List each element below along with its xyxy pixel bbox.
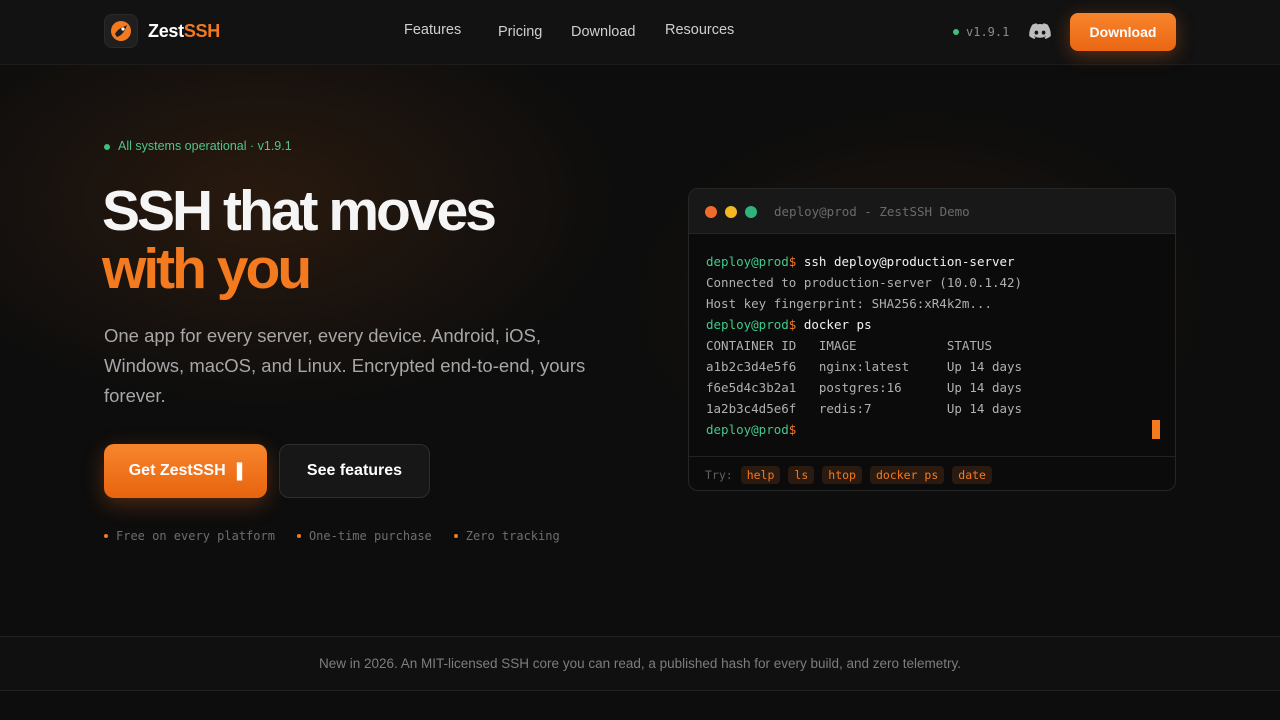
bullet-icon	[296, 534, 301, 538]
nav-pricing[interactable]: Pricing	[498, 24, 542, 40]
header-download-button[interactable]: Download	[1070, 13, 1176, 51]
hero-headline: SSH that moves with you	[102, 179, 497, 301]
terminal-prompt: deploy@prod	[706, 317, 789, 332]
terminal-output-text: a1b2c3d4e5f6 nginx:latest Up 14 days	[706, 359, 1023, 374]
headline-line-1: SSH that moves	[102, 179, 497, 243]
try-label: Try:	[705, 467, 733, 482]
get-zestssh-label: Get ZestSSH	[128, 462, 226, 479]
terminal-output-text: 1a2b3c4d5e6f redis:7 Up 14 days	[706, 401, 1023, 416]
suggestion-help[interactable]: help	[740, 465, 781, 484]
terminal-output-text: f6e5d4c3b2a1 postgres:16 Up 14 days	[706, 380, 1023, 395]
terminal-command: ssh deploy@production-server	[803, 254, 1015, 269]
terminal-demo[interactable]: deploy@prod - ZestSSH Demo deploy@prod$ …	[688, 188, 1176, 491]
terminal-cursor	[1152, 420, 1160, 439]
suggestion-date[interactable]: date	[952, 465, 992, 484]
terminal-suggestions: Try: help ls htop docker ps date	[689, 456, 1175, 490]
brand-logo[interactable]: ZestSSH	[104, 14, 220, 48]
window-minimize-dot	[725, 206, 737, 218]
terminal-line: CONTAINER ID IMAGE STATUS	[706, 335, 1022, 356]
terminal-dollar: $	[788, 317, 804, 332]
terminal-line: Host key fingerprint: SHA256:xR4k2m...	[706, 293, 1022, 314]
brand-name-ssh: SSH	[183, 20, 220, 41]
terminal-dollar: $	[788, 422, 804, 437]
window-close-dot	[705, 206, 717, 218]
suggestion-htop[interactable]: htop	[822, 465, 862, 484]
perk-label: Zero tracking	[465, 529, 560, 543]
nav-download[interactable]: Download	[571, 24, 636, 40]
terminal-prompt: deploy@prod	[706, 422, 789, 437]
window-maximize-dot	[745, 206, 757, 218]
suggestion-ls[interactable]: ls	[788, 465, 815, 484]
suggestion-docker-ps[interactable]: docker ps	[869, 465, 945, 484]
terminal-prompt: deploy@prod	[706, 254, 789, 269]
version-label: v1.9.1	[966, 25, 1010, 39]
terminal-output-text: CONTAINER ID IMAGE STATUS	[706, 338, 992, 353]
brand-name: ZestSSH	[148, 21, 220, 42]
terminal-line: f6e5d4c3b2a1 postgres:16 Up 14 days	[706, 377, 1022, 398]
terminal-command: docker ps	[803, 317, 872, 332]
perks-list: Free on every platform One-time purchase…	[104, 529, 582, 543]
terminal-line: Connected to production-server (10.0.1.4…	[706, 272, 1022, 293]
cursor-block-icon: ▐	[231, 462, 243, 480]
perk-label: Free on every platform	[116, 529, 275, 543]
terminal-output-text: Connected to production-server (10.0.1.4…	[706, 275, 1023, 290]
terminal-line: 1a2b3c4d5e6f redis:7 Up 14 days	[706, 398, 1022, 419]
hero-subtitle: One app for every server, every device. …	[104, 325, 586, 406]
terminal-output: deploy@prod$ ssh deploy@production-serve…	[706, 251, 1022, 440]
discord-icon[interactable]	[1029, 23, 1051, 41]
get-zestssh-button[interactable]: Get ZestSSH ▐	[104, 444, 267, 498]
brand-name-zest: Zest	[148, 20, 184, 41]
announcement-band: New in 2026. An MIT-licensed SSH core yo…	[0, 636, 1280, 691]
headline-line-2: with you	[102, 237, 312, 301]
terminal-dollar: $	[788, 254, 804, 269]
terminal-titlebar: deploy@prod - ZestSSH Demo	[689, 189, 1175, 234]
terminal-line: deploy@prod$ docker ps	[706, 314, 1022, 335]
see-features-button[interactable]: See features	[279, 444, 430, 498]
perk-item: Zero tracking	[453, 529, 560, 543]
terminal-title: deploy@prod - ZestSSH Demo	[774, 204, 970, 219]
nav-resources[interactable]: Resources	[665, 22, 734, 38]
perk-item: Free on every platform	[104, 529, 275, 543]
perk-item: One-time purchase	[296, 529, 432, 543]
fox-logo-icon	[104, 14, 138, 48]
bullet-icon	[453, 534, 458, 538]
system-status: All systems operational · v1.9.1	[118, 139, 292, 153]
terminal-line: deploy@prod$ ssh deploy@production-serve…	[706, 251, 1022, 272]
bullet-icon	[104, 534, 108, 538]
terminal-line: deploy@prod$	[706, 419, 1022, 440]
version-status-dot	[953, 29, 959, 35]
terminal-output-text: Host key fingerprint: SHA256:xR4k2m...	[706, 296, 992, 311]
terminal-line: a1b2c3d4e5f6 nginx:latest Up 14 days	[706, 356, 1022, 377]
perk-label: One-time purchase	[308, 529, 432, 543]
site-header: ZestSSH Features Pricing Download Resour…	[0, 0, 1280, 65]
status-dot	[104, 144, 110, 150]
nav-features[interactable]: Features	[404, 22, 461, 38]
